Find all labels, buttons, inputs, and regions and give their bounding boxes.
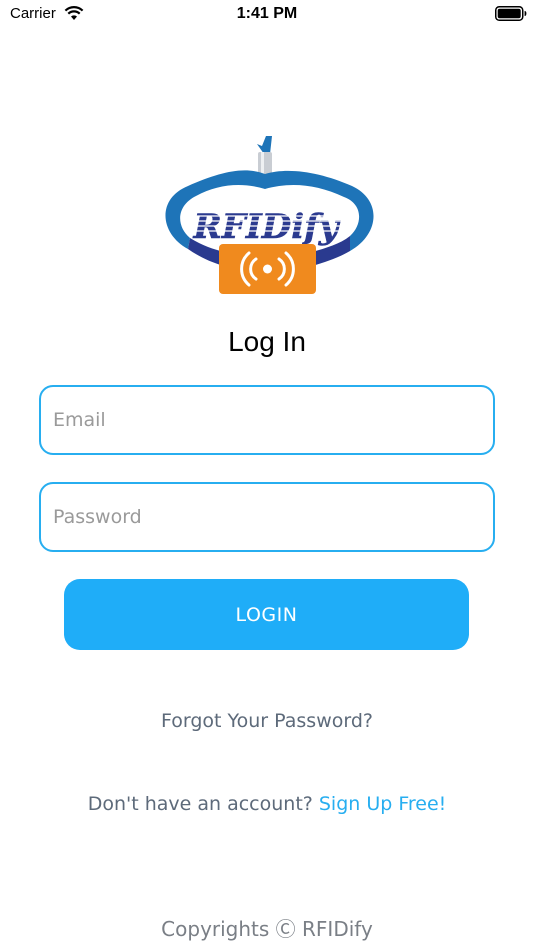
password-field[interactable] [39,482,495,552]
status-time: 1:41 PM [236,5,298,22]
status-bar: Carrier 1:41 PM [0,0,534,28]
logo-text: RFIDify [192,207,340,247]
signup-row: Don't have an account? Sign Up Free! [0,793,534,815]
login-button[interactable]: LOGIN [64,579,469,650]
email-field[interactable] [39,385,495,455]
rfidify-logo: RFIDify [165,136,374,294]
forgot-password-link[interactable]: Forgot Your Password? [0,710,534,732]
battery-icon [495,6,527,21]
signup-link[interactable]: Sign Up Free! [319,793,446,815]
no-account-text: Don't have an account? [87,793,313,815]
copyright-text: Copyrights Ⓒ RFIDify [161,917,373,941]
page-title: Log In [228,326,306,357]
